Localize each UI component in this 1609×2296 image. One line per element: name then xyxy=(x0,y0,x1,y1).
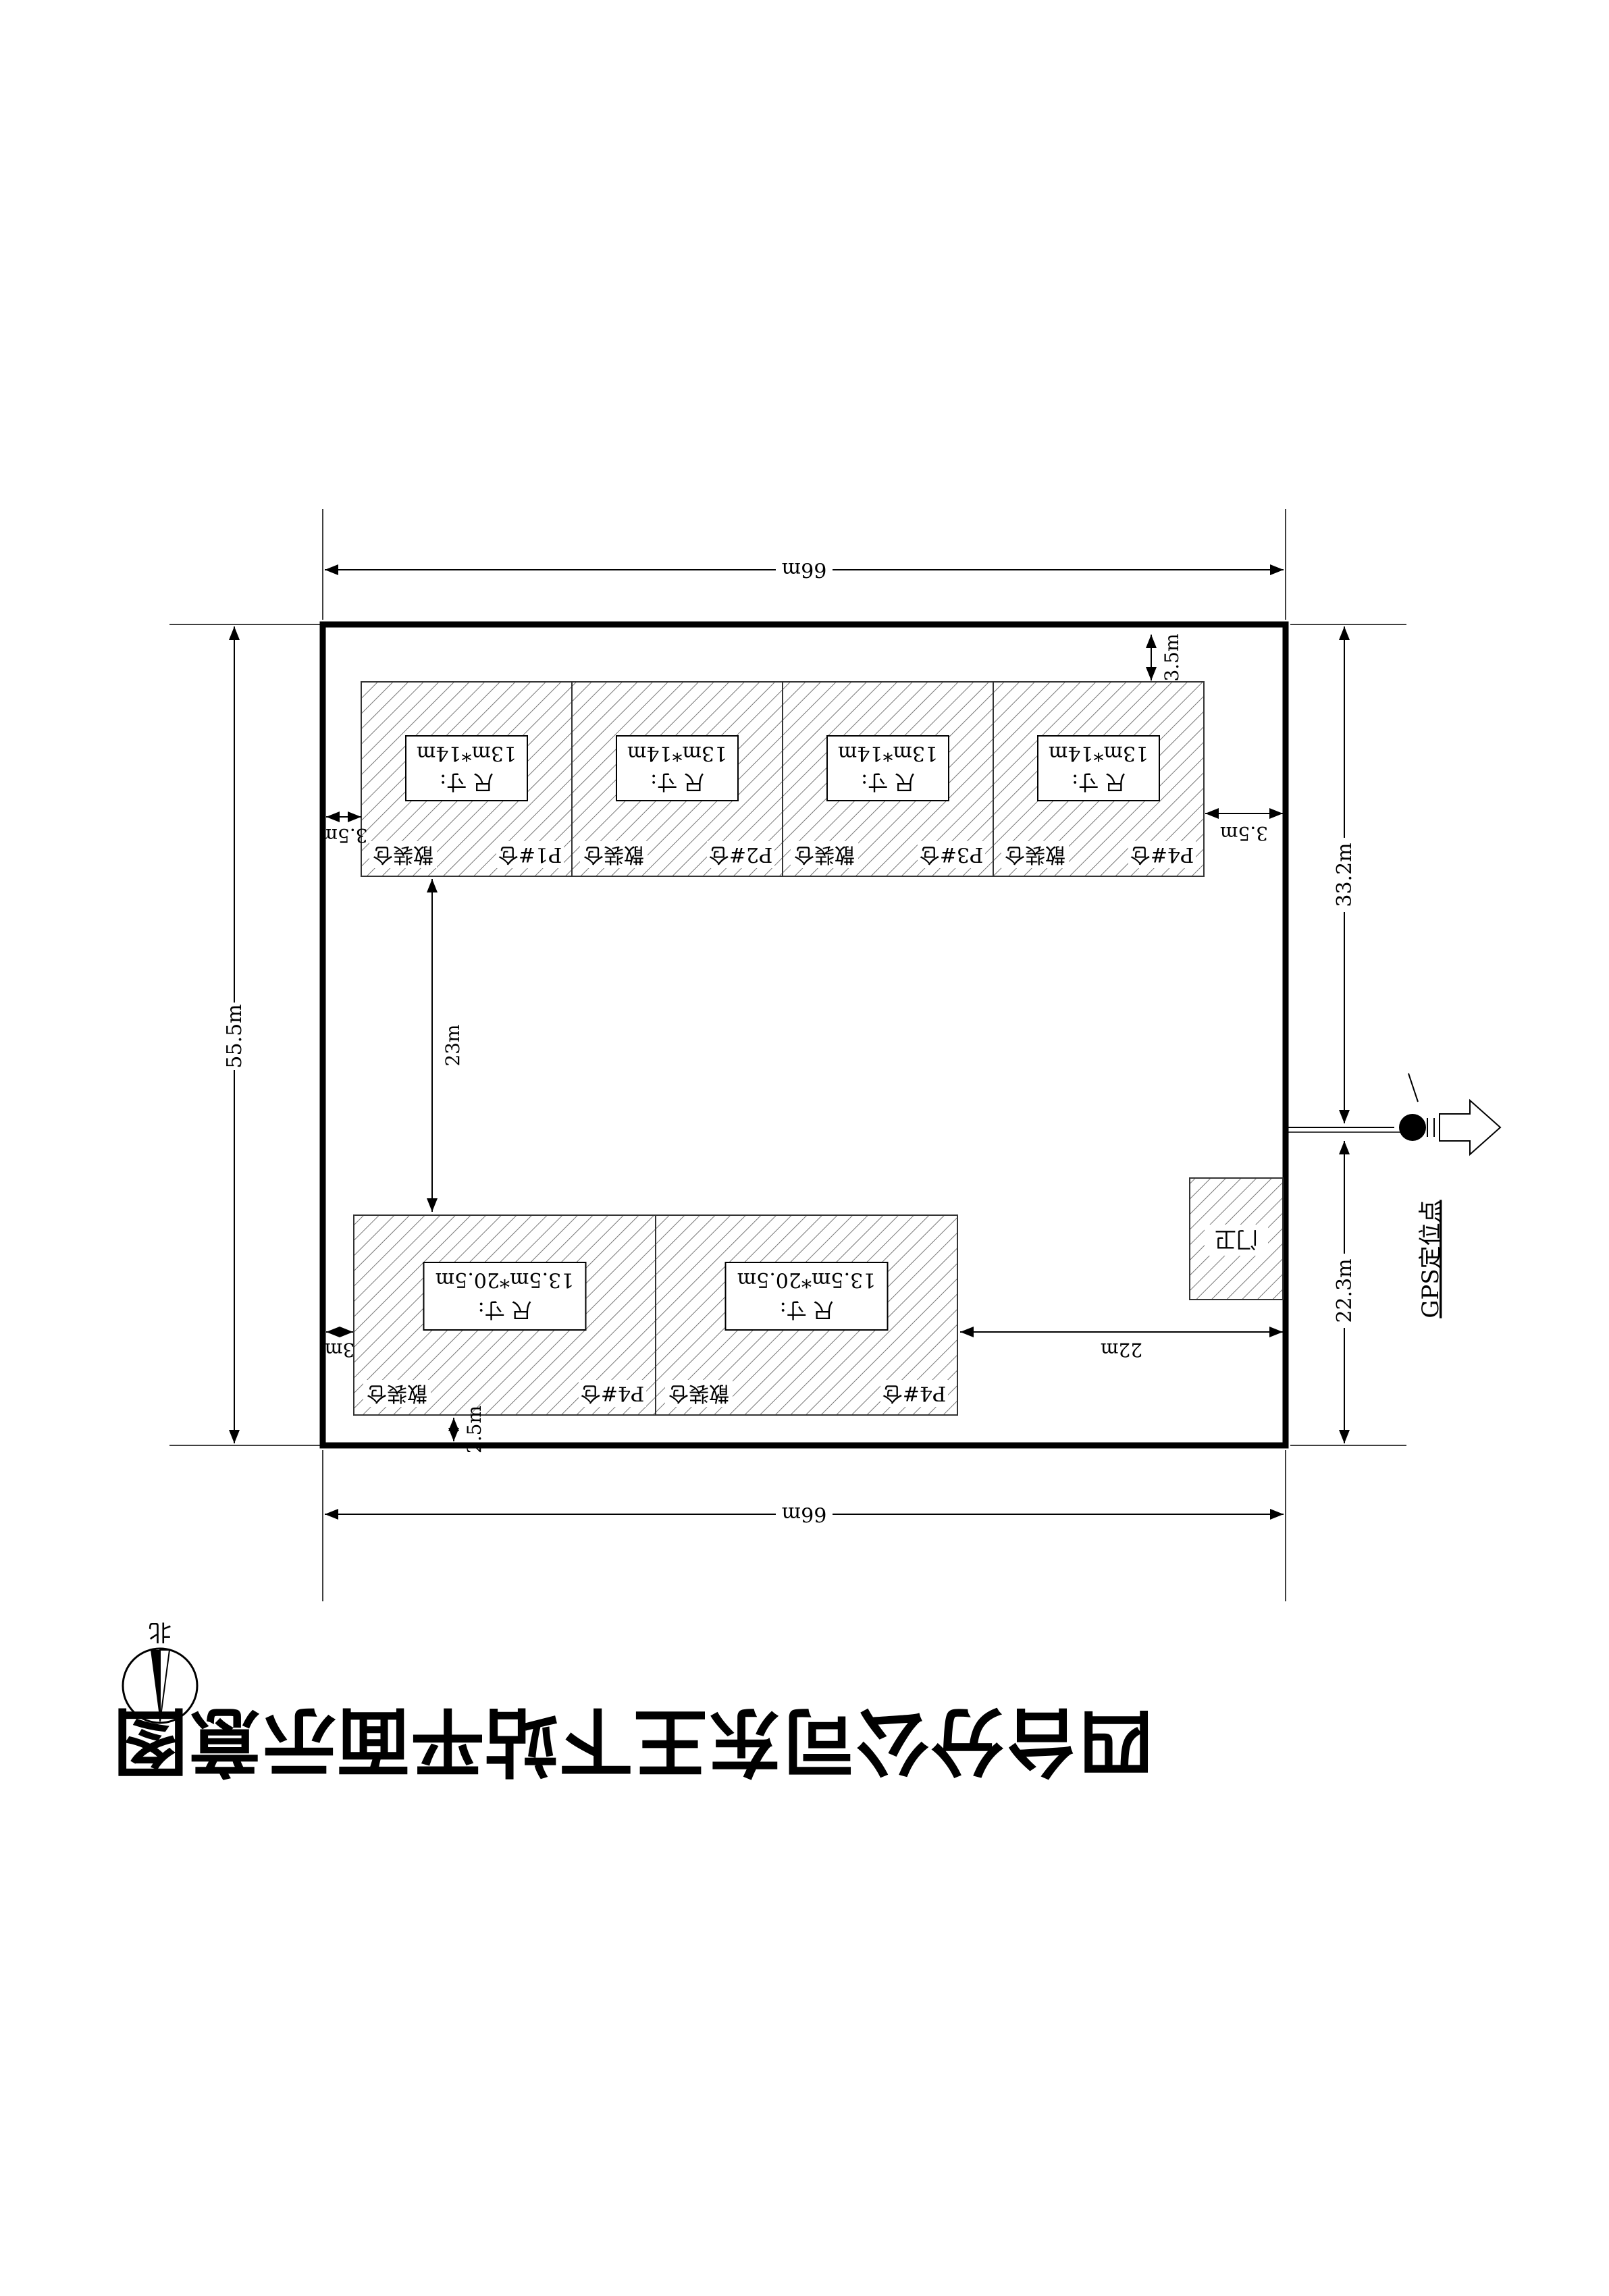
size-caption: 尺 寸: xyxy=(478,1298,532,1321)
plan-title: 四台分公司东王下站平面示意图 xyxy=(113,1698,1153,1785)
warehouse-bottom-2: 尺 寸: 13.5m*20.5m P4#仓 散装仓 xyxy=(655,1214,958,1416)
warehouse-name: P2#仓 xyxy=(709,843,772,866)
dim-right-lower-label: 22.3m xyxy=(1333,1258,1356,1323)
dim-top-left-gap-label: 3.5m xyxy=(319,824,367,847)
dim-bottom-left-gap-label: 3m xyxy=(325,1339,354,1361)
dim-width-top: 66m xyxy=(325,558,1284,582)
site-plan-canvas: 四台分公司东王下站平面示意图 北 66m 66m 55.5m 33.2m 22.… xyxy=(0,0,1609,2293)
warehouse-name: P4#仓 xyxy=(581,1381,644,1405)
dim-height-total: 55.5m xyxy=(222,626,246,1443)
size-value: 13m*14m xyxy=(627,741,727,765)
warehouse-name: P4#仓 xyxy=(1130,843,1194,866)
warehouse-name: P4#仓 xyxy=(882,1381,946,1405)
warehouse-type: 散装仓 xyxy=(367,1381,427,1405)
dim-width-top-label: 66m xyxy=(782,558,827,581)
warehouse-p2: 尺 寸: 13m*14m P2#仓 散装仓 xyxy=(571,681,783,877)
warehouse-type: 散装仓 xyxy=(373,843,433,866)
size-value: 13m*14m xyxy=(838,741,938,765)
warehouse-row-bottom: 尺 寸:13.5m*20.5mP4#仓散装仓尺 寸:13.5m*20.5mP4#… xyxy=(353,1214,958,1416)
size-caption: 尺 寸: xyxy=(861,770,915,793)
size-caption: 尺 寸: xyxy=(780,1298,834,1321)
gps-dot-icon xyxy=(1399,1114,1426,1141)
dim-height-total-label: 55.5m xyxy=(223,1004,246,1068)
warehouse-name: P1#仓 xyxy=(498,843,562,866)
dim-width-bottom: 66m xyxy=(325,1502,1284,1526)
size-caption: 尺 寸: xyxy=(1072,770,1126,793)
warehouse-type: 散装仓 xyxy=(668,1381,729,1405)
size-value: 13m*14m xyxy=(1049,741,1149,765)
warehouse-type: 散装仓 xyxy=(583,843,644,866)
dim-bottom-right-gap-label: 22m xyxy=(1101,1339,1142,1361)
gate-house: 门卫 xyxy=(1189,1177,1284,1300)
dim-right-lower: 22.3m xyxy=(1332,1141,1356,1443)
gps-label-group: GPS定位点 xyxy=(1417,1200,1444,1318)
dim-right-upper: 33.2m xyxy=(1332,626,1356,1123)
size-value: 13.5m*20.5m xyxy=(436,1268,575,1291)
gps-pointer xyxy=(1408,1073,1419,1102)
gate-label: 门卫 xyxy=(1215,1227,1258,1252)
size-value: 13.5m*20.5m xyxy=(737,1268,876,1291)
dim-top-gap-label: 3.5m xyxy=(1161,633,1183,681)
dim-aisle-label: 23m xyxy=(442,1024,464,1066)
gps-label: GPS定位点 xyxy=(1417,1200,1444,1318)
size-caption: 尺 寸: xyxy=(440,770,494,793)
dim-right-upper-label: 33.2m xyxy=(1333,843,1356,907)
warehouse-type: 散装仓 xyxy=(794,843,855,866)
north-label: 北 xyxy=(149,1618,172,1645)
warehouse-row-top: 尺 寸:13m*14mP1#仓散装仓尺 寸:13m*14mP2#仓散装仓尺 寸:… xyxy=(361,681,1205,877)
warehouse-type: 散装仓 xyxy=(1005,843,1065,866)
gps-marker: GPS定位点 xyxy=(1286,1073,1502,1318)
warehouse-bottom-1: 尺 寸: 13.5m*20.5m P4#仓 散装仓 xyxy=(353,1214,656,1416)
warehouse-name: P3#仓 xyxy=(920,843,983,866)
gps-arrow-icon xyxy=(1439,1098,1502,1156)
dim-bottom-gap-label: 2.5m xyxy=(463,1406,485,1453)
size-caption: 尺 寸: xyxy=(650,770,704,793)
dim-width-bottom-label: 66m xyxy=(782,1502,827,1526)
extension-lines xyxy=(169,509,1406,1601)
warehouse-p1: 尺 寸: 13m*14m P1#仓 散装仓 xyxy=(361,681,573,877)
site-plan-drawing: 四台分公司东王下站平面示意图 北 66m 66m 55.5m 33.2m 22.… xyxy=(113,509,1502,1785)
warehouse-p4: 尺 寸: 13m*14m P4#仓 散装仓 xyxy=(993,681,1205,877)
dim-top-right-gap-label: 3.5m xyxy=(1220,822,1268,845)
warehouse-p3: 尺 寸: 13m*14m P3#仓 散装仓 xyxy=(782,681,994,877)
size-value: 13m*14m xyxy=(417,741,517,765)
